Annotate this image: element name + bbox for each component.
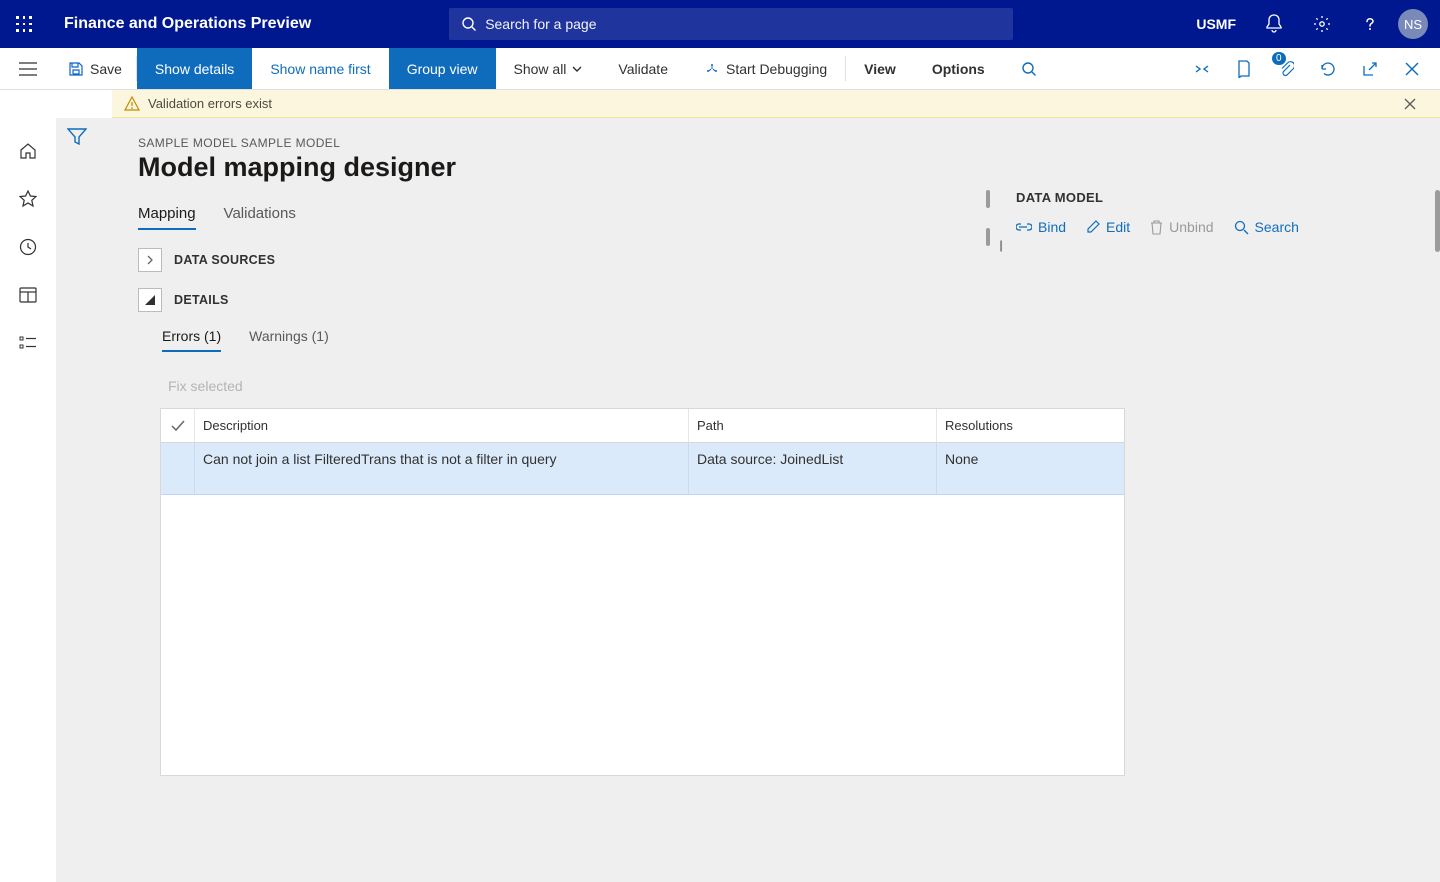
save-label: Save: [90, 61, 122, 77]
filter-icon[interactable]: [67, 128, 87, 882]
row-description: Can not join a list FilteredTrans that i…: [195, 443, 689, 494]
header-path[interactable]: Path: [689, 409, 937, 442]
warning-message: Validation errors exist: [148, 96, 272, 111]
app-title: Finance and Operations Preview: [64, 15, 311, 33]
connector-icon[interactable]: [1182, 48, 1222, 90]
data-sources-label: DATA SOURCES: [174, 253, 275, 267]
subtab-warnings[interactable]: Warnings (1): [249, 328, 329, 352]
dismiss-warning-icon[interactable]: [1400, 94, 1428, 114]
data-model-title: DATA MODEL: [1016, 190, 1426, 205]
user-avatar[interactable]: NS: [1398, 9, 1428, 39]
help-icon[interactable]: [1346, 0, 1394, 48]
search-icon: [1021, 61, 1037, 77]
view-button[interactable]: View: [846, 48, 914, 89]
unbind-button: Unbind: [1150, 219, 1213, 235]
options-button[interactable]: Options: [914, 48, 1003, 89]
details-collapse-icon[interactable]: [138, 288, 162, 312]
tab-mapping[interactable]: Mapping: [138, 205, 196, 230]
modules-icon[interactable]: [0, 328, 56, 358]
breadcrumb: SAMPLE MODEL SAMPLE MODEL: [138, 136, 1400, 150]
show-name-first-button[interactable]: Show name first: [252, 48, 388, 89]
link-icon: [1016, 221, 1032, 233]
notifications-icon[interactable]: [1250, 0, 1298, 48]
home-icon[interactable]: [0, 136, 56, 166]
search-icon: [1234, 220, 1249, 235]
app-launcher-icon[interactable]: [0, 16, 48, 32]
attachments-icon[interactable]: 0: [1266, 48, 1306, 90]
row-path: Data source: JoinedList: [689, 443, 937, 494]
tab-validations[interactable]: Validations: [224, 205, 296, 230]
show-details-button[interactable]: Show details: [137, 48, 252, 89]
attachment-badge: 0: [1272, 52, 1286, 65]
row-resolutions: None: [937, 443, 1124, 494]
warning-icon: [124, 96, 140, 112]
close-icon[interactable]: [1392, 48, 1432, 90]
group-view-button[interactable]: Group view: [389, 48, 496, 89]
workspaces-icon[interactable]: [0, 280, 56, 310]
save-icon: [68, 61, 84, 77]
debug-icon: [704, 61, 720, 77]
chevron-down-icon: [572, 66, 582, 72]
trash-icon: [1150, 220, 1163, 235]
recent-icon[interactable]: [0, 232, 56, 262]
rail-toggle-icon[interactable]: [0, 48, 56, 90]
header-resolutions[interactable]: Resolutions: [937, 409, 1124, 442]
details-label: DETAILS: [174, 293, 229, 307]
search-box[interactable]: [449, 8, 1013, 40]
company-code[interactable]: USMF: [1182, 16, 1250, 32]
edit-button[interactable]: Edit: [1086, 219, 1130, 235]
data-sources-expand-icon[interactable]: [138, 248, 162, 272]
row-checkbox[interactable]: [161, 443, 195, 494]
splitter-handle[interactable]: ||: [995, 238, 1005, 252]
edit-label: Edit: [1106, 219, 1130, 235]
select-all-checkbox[interactable]: [161, 409, 195, 442]
search-button[interactable]: Search: [1234, 219, 1299, 235]
search-label: Search: [1255, 219, 1299, 235]
find-button[interactable]: [1003, 48, 1055, 89]
refresh-icon[interactable]: [1308, 48, 1348, 90]
subtab-errors[interactable]: Errors (1): [162, 328, 221, 352]
bind-button[interactable]: Bind: [1016, 219, 1066, 235]
unbind-label: Unbind: [1169, 219, 1213, 235]
header-description[interactable]: Description: [195, 409, 689, 442]
save-button[interactable]: Save: [56, 48, 136, 89]
favorites-icon[interactable]: [0, 184, 56, 214]
validation-warning-banner: Validation errors exist: [112, 90, 1440, 118]
start-debugging-label: Start Debugging: [726, 61, 827, 77]
start-debugging-button[interactable]: Start Debugging: [686, 48, 845, 89]
feedback-icon[interactable]: [1224, 48, 1264, 90]
settings-icon[interactable]: [1298, 0, 1346, 48]
pencil-icon: [1086, 220, 1100, 234]
search-icon: [461, 16, 477, 32]
avatar-initials: NS: [1404, 17, 1422, 32]
search-input[interactable]: [485, 16, 1001, 32]
popout-icon[interactable]: [1350, 48, 1390, 90]
fix-selected-button[interactable]: Fix selected: [168, 378, 243, 394]
show-all-button[interactable]: Show all: [496, 48, 601, 89]
checkmark-icon: [171, 420, 185, 432]
right-scroll-indicator: [1435, 190, 1440, 252]
page-title: Model mapping designer: [138, 152, 1400, 183]
bind-label: Bind: [1038, 219, 1066, 235]
show-all-label: Show all: [514, 61, 567, 77]
validate-button[interactable]: Validate: [600, 48, 686, 89]
errors-grid: Description Path Resolutions Can not joi…: [160, 408, 1125, 776]
table-row[interactable]: Can not join a list FilteredTrans that i…: [161, 443, 1124, 495]
